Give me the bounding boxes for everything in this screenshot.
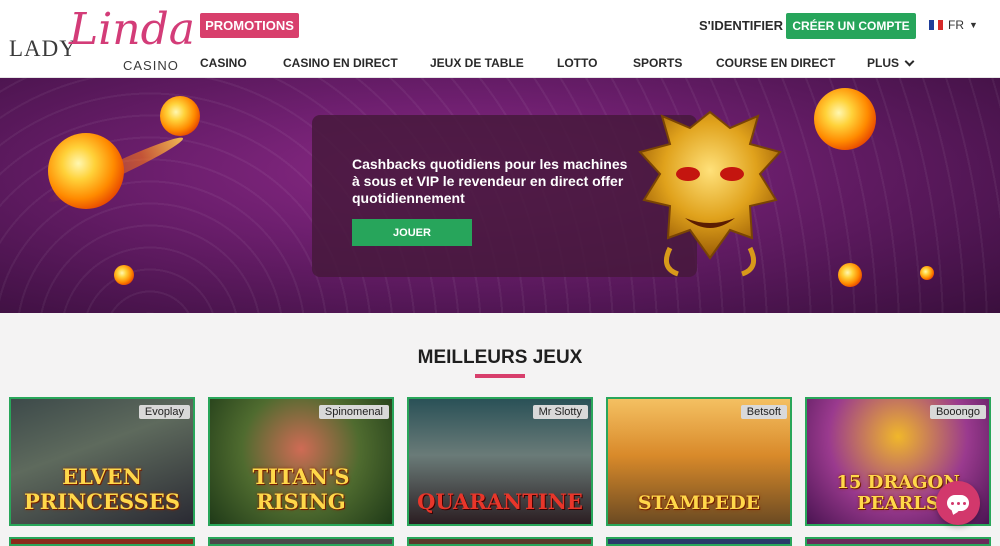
game-tile[interactable]: Betsoft STAMPEDE [606,397,792,526]
chevron-down-icon [904,56,915,66]
nav-live-casino[interactable]: CASINO EN DIRECT [283,56,398,70]
fireball-graphic [48,133,124,209]
france-flag-icon [929,20,944,30]
lady-linda-logo[interactable]: LADY Linda CASINO [9,4,195,74]
nav-lotto[interactable]: LOTTO [557,56,597,70]
game-title: TITAN'S RISING [252,464,350,514]
title-underline [475,374,525,378]
nav-table-games[interactable]: JEUX DE TABLE [430,56,524,70]
play-button[interactable]: JOUER [352,219,472,246]
provider-badge: Evoplay [138,405,190,419]
logo-lady-text: LADY [9,36,77,61]
game-title: QUARANTINE [417,489,583,514]
game-tile[interactable]: Spinomenal TITAN'S RISING [208,397,394,526]
nav-live-racing[interactable]: COURSE EN DIRECT [716,56,835,70]
login-link[interactable]: S'IDENTIFIER [699,18,783,33]
chevron-down-icon: ▼ [969,20,978,30]
provider-badge: Mr Slotty [532,405,588,419]
register-button[interactable]: CRÉER UN COMPTE [786,13,916,39]
language-code: FR [948,18,964,32]
game-tile[interactable] [606,537,792,546]
logo-casino-text: CASINO [123,58,179,73]
provider-badge: Spinomenal [318,405,389,419]
hero-banner: Cashbacks quotidiens pour les machines à… [0,78,1000,313]
chat-icon [947,495,969,511]
fireball-graphic [920,266,934,280]
game-tile[interactable]: Evoplay ELVEN PRINCESSES [9,397,195,526]
fireball-graphic [838,263,862,287]
chat-button[interactable] [936,481,980,525]
main-nav: CASINO CASINO EN DIRECT JEUX DE TABLE LO… [200,56,920,72]
game-title: ELVEN PRINCESSES [23,464,181,514]
provider-badge: Booongo [929,405,986,419]
nav-more-label: PLUS [867,56,900,70]
game-tile[interactable] [407,537,593,546]
game-tile[interactable] [208,537,394,546]
nav-sports[interactable]: SPORTS [633,56,682,70]
games-grid: Evoplay ELVEN PRINCESSES Spinomenal TITA… [9,397,999,546]
hero-promo-text: Cashbacks quotidiens pour les machines à… [352,156,628,206]
fireball-graphic [160,96,200,136]
provider-badge: Betsoft [740,405,787,419]
dragon-mask-image [638,110,782,277]
language-selector[interactable]: FR ▼ [929,18,978,32]
promotions-button[interactable]: PROMOTIONS [200,13,299,38]
logo-linda-text: Linda [69,4,196,55]
game-title: STAMPEDE [637,492,761,514]
game-tile[interactable]: Mr Slotty QUARANTINE [407,397,593,526]
game-tile[interactable] [9,537,195,546]
site-header: LADY Linda CASINO PROMOTIONS S'IDENTIFIE… [0,0,1000,78]
nav-casino[interactable]: CASINO [200,56,247,70]
fireball-graphic [814,88,876,150]
fireball-graphic [114,265,134,285]
nav-more[interactable]: PLUS [867,56,915,70]
section-title: MEILLEURS JEUX [417,347,583,368]
game-tile[interactable] [805,537,991,546]
